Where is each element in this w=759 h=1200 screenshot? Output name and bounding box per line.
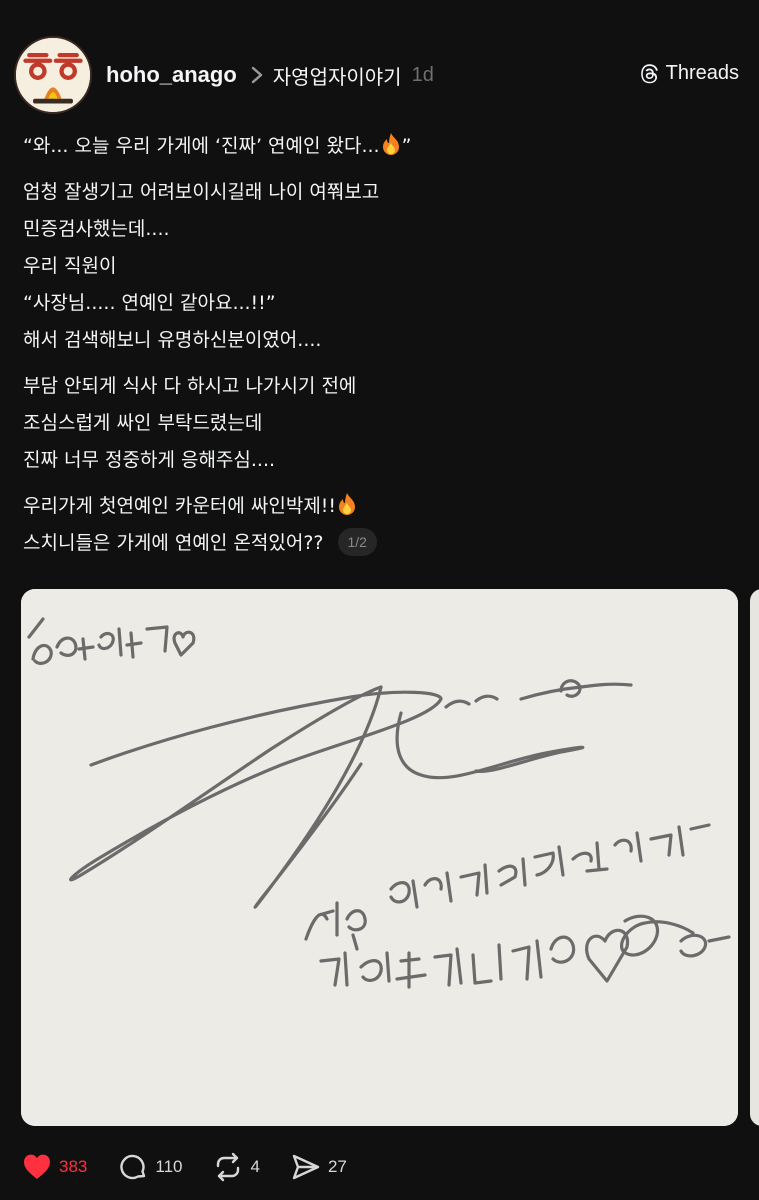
threads-label: Threads — [665, 62, 739, 84]
fire-emoji-icon — [380, 132, 402, 156]
post-paragraph: 우리가게 첫연예인 카운터에 싸인박제!! 스치니들은 가게에 연예인 온적있어… — [23, 488, 743, 562]
post-line: 해서 검색해보니 유명하신분이였어.... — [23, 329, 322, 351]
page-indicator-badge: 1/2 — [337, 528, 377, 556]
post-timestamp: 1d — [411, 63, 434, 86]
post-line: 진짜 너무 정중하게 응해주심.... — [23, 449, 276, 471]
repost-icon — [212, 1151, 244, 1183]
repost-button[interactable]: 4 — [212, 1151, 260, 1183]
post-paragraph: 부담 안되게 식사 다 하시고 나가시기 전에 조심스럽게 싸인 부탁드렸는데 … — [23, 368, 743, 479]
post-paragraph: 엄청 잘생기고 어려보이시길래 나이 여쭤보고 민증검사했는데.... 우리 직… — [23, 174, 743, 359]
avatar[interactable] — [14, 36, 92, 114]
open-in-threads-link[interactable]: Threads — [639, 62, 739, 85]
topic-tag-link[interactable]: 자영업자이야기 — [273, 61, 402, 90]
avatar-logo-icon — [16, 38, 90, 112]
share-icon — [290, 1151, 322, 1183]
post-line: “사장님..... 연예인 같아요...!!” — [23, 292, 276, 314]
post-line: 우리가게 첫연예인 카운터에 싸인박제!! — [23, 488, 743, 525]
post-image-autograph[interactable] — [21, 589, 738, 1126]
signature-image — [21, 589, 738, 1126]
post-line: 우리 직원이 — [23, 255, 117, 277]
heart-filled-icon — [21, 1151, 53, 1183]
username-link[interactable]: hoho_anago — [106, 62, 237, 88]
reply-button[interactable]: 110 — [117, 1151, 182, 1183]
chevron-right-icon — [249, 65, 265, 85]
post-header: hoho_anago 자영업자이야기 1d — [106, 60, 434, 90]
share-count: 27 — [327, 1157, 347, 1176]
action-bar: 383 110 4 27 — [21, 1150, 377, 1184]
like-button[interactable]: 383 — [21, 1151, 87, 1183]
like-count: 383 — [59, 1157, 88, 1176]
post-body: “와... 오늘 우리 가게에 ‘진짜’ 연예인 왔다...” 엄청 잘생기고 … — [23, 128, 743, 571]
comment-icon — [117, 1151, 149, 1183]
threads-logo-icon — [639, 63, 661, 85]
share-button[interactable]: 27 — [290, 1151, 347, 1183]
fire-emoji-icon — [336, 492, 358, 516]
post-line: 엄청 잘생기고 어려보이시길래 나이 여쭤보고 — [23, 181, 380, 203]
post-line: 민증검사했는데.... — [23, 218, 170, 240]
post-line: “와... 오늘 우리 가게에 ‘진짜’ 연예인 왔다...” — [23, 128, 743, 165]
reply-count: 110 — [155, 1157, 183, 1176]
post-paragraph: “와... 오늘 우리 가게에 ‘진짜’ 연예인 왔다...” — [23, 128, 743, 165]
next-image-peek[interactable] — [750, 589, 759, 1126]
post-line: 조심스럽게 싸인 부탁드렸는데 — [23, 412, 263, 434]
repost-count: 4 — [250, 1157, 260, 1176]
post-line: 부담 안되게 식사 다 하시고 나가시기 전에 — [23, 375, 357, 397]
post-line: 스치니들은 가게에 연예인 온적있어?? 1/2 — [23, 525, 743, 562]
